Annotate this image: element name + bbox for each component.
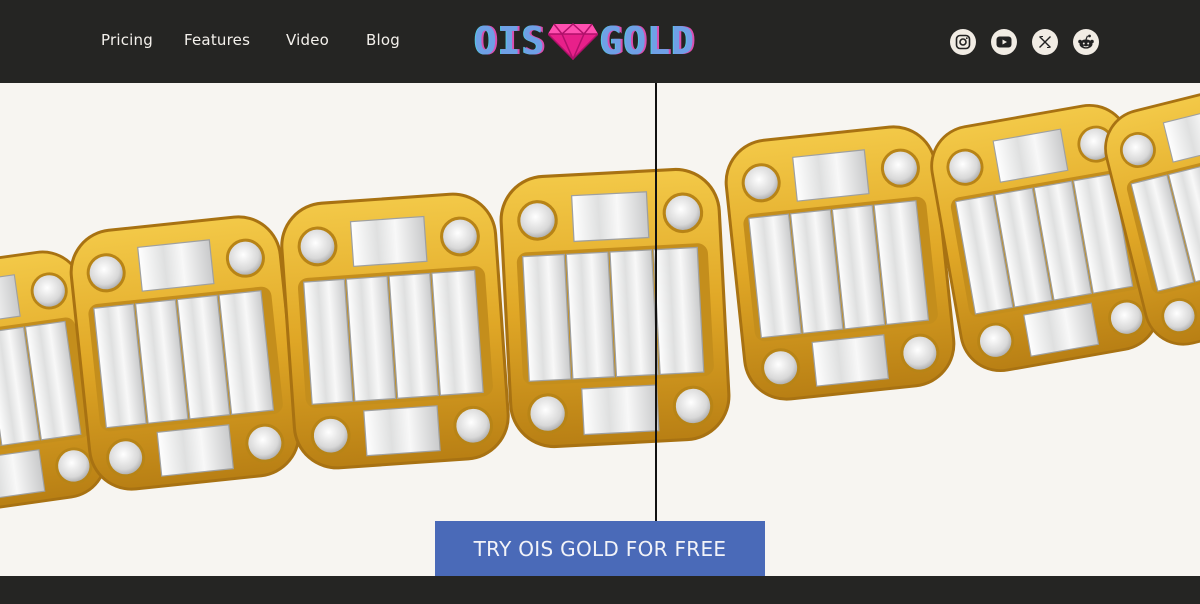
nav-blog[interactable]: Blog xyxy=(366,31,400,49)
social-links xyxy=(950,29,1099,55)
try-free-button[interactable]: TRY OIS GOLD FOR FREE xyxy=(435,521,765,576)
bottom-strip xyxy=(0,576,1200,604)
reddit-icon[interactable] xyxy=(1073,29,1099,55)
comparison-divider[interactable] xyxy=(655,83,657,576)
site-header: Pricing Features Video Blog OIS GOLD xyxy=(0,0,1200,83)
logo-text-left: OIS xyxy=(474,19,546,63)
bracelet-image xyxy=(0,83,1200,521)
logo-text-right: GOLD xyxy=(599,19,696,63)
nav-video[interactable]: Video xyxy=(286,31,329,49)
hero-section: TRY OIS GOLD FOR FREE xyxy=(0,83,1200,576)
site-logo[interactable]: OIS GOLD xyxy=(474,20,726,62)
instagram-icon[interactable] xyxy=(950,29,976,55)
nav-features[interactable]: Features xyxy=(184,31,250,49)
x-icon[interactable] xyxy=(1032,29,1058,55)
youtube-icon[interactable] xyxy=(991,29,1017,55)
diamond-icon xyxy=(547,22,599,61)
nav-pricing[interactable]: Pricing xyxy=(101,31,153,49)
